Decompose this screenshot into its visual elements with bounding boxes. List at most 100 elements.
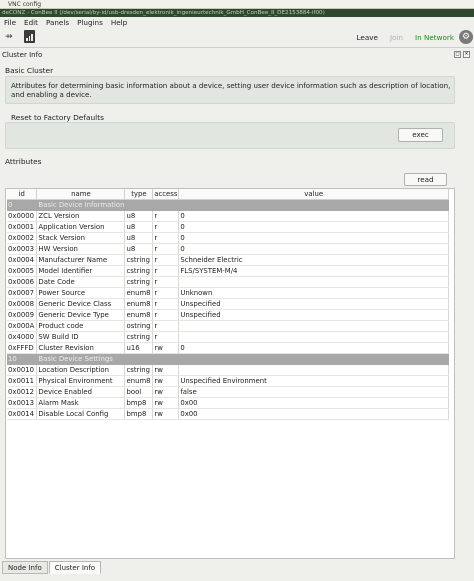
cell-type: u16 <box>124 342 154 354</box>
cell-value: 0 <box>178 243 449 255</box>
menu-file[interactable]: File <box>4 17 16 28</box>
table-row[interactable]: 0x000A Product code ostring r <box>7 320 449 332</box>
table-row[interactable]: 0x0010 Location Description cstring rw <box>7 364 449 376</box>
cell-type: cstring <box>124 276 154 288</box>
menu-plugins[interactable]: Plugins <box>77 17 103 28</box>
attributes-table: id name type access value 0 Basic Device … <box>7 189 449 420</box>
attributes-title: Attributes <box>5 157 42 166</box>
table-row[interactable]: 0x0003 HW Version u8 r 0 <box>7 243 449 255</box>
cell-value <box>178 331 449 343</box>
cell-name: Application Version <box>36 221 126 233</box>
column-header-id[interactable]: id <box>7 189 38 200</box>
cell-id: 0 <box>7 199 38 211</box>
table-row[interactable]: 0x0007 Power Source enum8 r Unknown <box>7 287 449 299</box>
basic-cluster-title: Basic Cluster <box>5 66 54 75</box>
close-dock-icon[interactable]: × <box>463 51 470 58</box>
read-button[interactable]: read <box>404 173 447 186</box>
cell-type <box>124 353 154 365</box>
cell-value: 0x00 <box>178 397 449 409</box>
status-bar <box>0 574 474 581</box>
cell-value: 0 <box>178 232 449 244</box>
tab-node-info[interactable]: Node Info <box>2 561 48 574</box>
table-row[interactable]: 0x0014 Disable Local Config bmp8 rw 0x00 <box>7 408 449 420</box>
table-row[interactable]: 0x0011 Physical Environment enum8 rw Unspeci… <box>7 375 449 387</box>
cell-id: 0x0006 <box>7 276 38 288</box>
exec-button[interactable]: exec <box>398 128 443 142</box>
cell-id: 10 <box>7 353 38 365</box>
table-row[interactable]: 0x0008 Generic Device Class enum8 r Unspecif… <box>7 298 449 310</box>
cell-id: 0x0002 <box>7 232 38 244</box>
leave-button[interactable]: Leave <box>357 32 378 44</box>
vnc-title: VNC config <box>8 1 42 8</box>
join-button[interactable]: Join <box>390 32 403 44</box>
attribute-group-row[interactable]: 0 Basic Device Information <box>7 199 449 211</box>
cell-value: false <box>178 386 449 398</box>
cell-name: Generic Device Class <box>36 298 126 310</box>
float-dock-icon[interactable]: ◻ <box>454 51 461 58</box>
cell-type <box>124 199 154 211</box>
cell-access: r <box>152 243 180 255</box>
cell-id: 0x0007 <box>7 287 38 299</box>
table-row[interactable]: 0x0006 Date Code cstring r <box>7 276 449 288</box>
vnc-title-bar: VNC config <box>0 0 474 9</box>
column-header-type[interactable]: type <box>124 189 154 200</box>
attributes-table-body: 0 Basic Device Information 0x0000 ZCL Versi… <box>7 199 449 420</box>
cell-name: Product code <box>36 320 126 332</box>
cell-value: 0 <box>178 210 449 222</box>
table-row[interactable]: 0x0013 Alarm Mask bmp8 rw 0x00 <box>7 397 449 409</box>
cell-access <box>152 353 180 365</box>
cell-id: 0x0003 <box>7 243 38 255</box>
cell-name: Manufacturer Name <box>36 254 126 266</box>
cell-id: 0x0000 <box>7 210 38 222</box>
menu-help[interactable]: Help <box>111 17 127 28</box>
cell-value: 0 <box>178 342 449 354</box>
table-row[interactable]: 0x0004 Manufacturer Name cstring r Schneider… <box>7 254 449 266</box>
window-title: deCONZ - ConBee II (/dev/serial/by-id/us… <box>2 10 325 16</box>
network-stats-icon[interactable] <box>24 30 35 43</box>
cell-value: Schneider Electric <box>178 254 449 266</box>
settings-gear-icon[interactable]: ⚙ <box>459 30 473 44</box>
cell-type: bmp8 <box>124 397 154 409</box>
cell-access: rw <box>152 386 180 398</box>
cell-type: u8 <box>124 243 154 255</box>
table-row[interactable]: 0x0001 Application Version u8 r 0 <box>7 221 449 233</box>
column-header-name[interactable]: name <box>36 189 126 200</box>
table-row[interactable]: 0x4000 SW Build ID cstring r <box>7 331 449 343</box>
attribute-group-row[interactable]: 10 Basic Device Settings <box>7 353 449 365</box>
table-row[interactable]: 0xFFFD Cluster Revision u16 rw 0 <box>7 342 449 354</box>
column-header-value[interactable]: value <box>178 189 449 200</box>
cell-name: Disable Local Config <box>36 408 126 420</box>
dock-title: Cluster Info <box>0 50 474 60</box>
cell-name: Date Code <box>36 276 126 288</box>
cell-access: r <box>152 221 180 233</box>
cell-value: 0x00 <box>178 408 449 420</box>
tab-cluster-info[interactable]: Cluster Info <box>48 561 102 574</box>
menu-edit[interactable]: Edit <box>24 17 38 28</box>
menu-bar: File Edit Panels Plugins Help <box>0 17 474 28</box>
cell-id: 0x0013 <box>7 397 38 409</box>
cell-access: rw <box>152 375 180 387</box>
cell-name: SW Build ID <box>36 331 126 343</box>
cell-name: Basic Device Information <box>36 199 126 211</box>
connect-icon[interactable]: ⇸ <box>5 32 19 42</box>
bottom-tab-bar: Node Info Cluster Info <box>2 561 102 574</box>
table-row[interactable]: 0x0002 Stack Version u8 r 0 <box>7 232 449 244</box>
cell-access: r <box>152 265 180 277</box>
basic-cluster-description: Attributes for determining basic informa… <box>11 81 451 99</box>
cell-access: r <box>152 276 180 288</box>
reset-factory-title: Reset to Factory Defaults <box>11 113 104 122</box>
table-row[interactable]: 0x0012 Device Enabled bool rw false <box>7 386 449 398</box>
table-row[interactable]: 0x0005 Model Identifier cstring r FLS/SYSTEM… <box>7 265 449 277</box>
cell-type: enum8 <box>124 309 154 321</box>
column-header-access[interactable]: access <box>152 189 180 200</box>
cell-id: 0x0001 <box>7 221 38 233</box>
table-row[interactable]: 0x0009 Generic Device Type enum8 r Unspecifi… <box>7 309 449 321</box>
cell-access: r <box>152 232 180 244</box>
cell-value: FLS/SYSTEM-M/4 <box>178 265 449 277</box>
cell-access: r <box>152 254 180 266</box>
cell-name: Stack Version <box>36 232 126 244</box>
cell-id: 0x000A <box>7 320 38 332</box>
cell-id: 0x0010 <box>7 364 38 376</box>
menu-panels[interactable]: Panels <box>46 17 69 28</box>
table-row[interactable]: 0x0000 ZCL Version u8 r 0 <box>7 210 449 222</box>
